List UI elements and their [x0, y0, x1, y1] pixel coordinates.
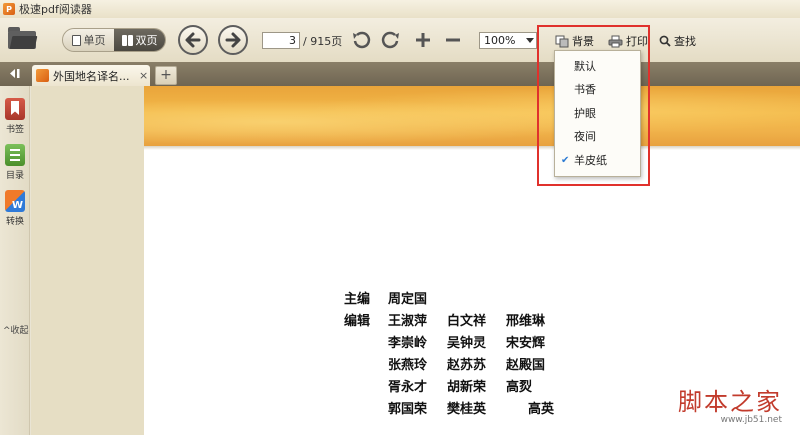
zoom-out-button[interactable]: [442, 29, 464, 51]
next-page-button[interactable]: [218, 25, 248, 55]
document-tab[interactable]: 外国地名译名... ×: [32, 65, 150, 86]
watermark-title: 脚本之家: [678, 388, 782, 416]
single-page-button[interactable]: 单页: [63, 29, 114, 51]
pdf-file-icon: [36, 69, 49, 82]
sidebar-item-toc[interactable]: 目录: [0, 144, 30, 181]
sidebar-item-bookmarks[interactable]: 书签: [0, 98, 30, 135]
single-page-label: 单页: [83, 34, 106, 47]
toc-icon: [5, 144, 25, 166]
document-view[interactable]: 主编 周定国 编辑 王淑萍 白文祥 邢维琳 李崇岭 吴钟灵 宋安辉 张燕玲 赵苏…: [144, 86, 800, 435]
plus-icon: [416, 33, 430, 47]
zoom-in-button[interactable]: [412, 29, 434, 51]
credit-row: 编辑 王淑萍 白文祥 邢维琳: [344, 313, 546, 329]
collapse-sidebar-button[interactable]: [9, 68, 21, 79]
view-mode-toggle: 单页 双页: [62, 28, 166, 52]
toolbar: 单页 双页 3 / 915页 100% 背景 打印 查找: [0, 18, 800, 62]
credit-row: 胥永才 胡新荣 高烮: [388, 379, 533, 395]
sidebar-item-convert[interactable]: W 转换: [0, 190, 30, 227]
chevron-up-icon: ^: [3, 326, 11, 336]
find-button[interactable]: 查找: [659, 33, 696, 49]
bookmark-icon: [5, 98, 25, 120]
sidebar-collapse-label: 收起: [10, 326, 29, 336]
sidebar-item-label: 目录: [5, 171, 24, 181]
window-title: 极速pdf阅读器: [19, 3, 92, 16]
document-tab-label: 外国地名译名...: [53, 69, 130, 83]
rotate-right-button[interactable]: [380, 29, 402, 51]
collapse-left-icon: [10, 69, 20, 78]
sidebar-item-label: 转换: [5, 217, 24, 227]
arrow-left-icon: [185, 32, 201, 48]
app-logo-icon: P: [3, 3, 15, 15]
previous-page-button[interactable]: [178, 25, 208, 55]
page-number-input[interactable]: 3: [262, 32, 300, 49]
rotate-left-icon: [353, 31, 371, 49]
arrow-right-icon: [225, 32, 241, 48]
credit-row: 李崇岭 吴钟灵 宋安辉: [388, 335, 546, 351]
convert-icon: W: [5, 190, 25, 212]
zoom-value: 100%: [484, 34, 516, 47]
credit-row: 主编 周定国: [344, 291, 428, 307]
single-page-icon: [71, 34, 81, 46]
left-sidebar: 书签 目录 W 转换 ^收起: [0, 86, 30, 435]
page-total: / 915页: [303, 35, 343, 48]
sidebar-collapse-toggle[interactable]: ^收起: [3, 323, 29, 336]
credit-row: 郭国荣 樊桂英 高英: [388, 401, 555, 417]
zoom-select[interactable]: 100%: [479, 32, 537, 49]
double-page-icon: [121, 34, 133, 46]
minus-icon: [446, 38, 460, 42]
navigation-pane: [31, 86, 144, 435]
title-bar: P 极速pdf阅读器: [0, 0, 800, 18]
highlight-annotation: [537, 25, 650, 186]
watermark: 脚本之家 www.jb51.net: [678, 382, 782, 425]
credits-block: 主编 周定国 编辑 王淑萍 白文祥 邢维琳 李崇岭 吴钟灵 宋安辉 张燕玲 赵苏…: [344, 286, 565, 418]
search-icon: [659, 35, 671, 47]
tab-bar: 外国地名译名... × +: [0, 62, 800, 86]
rotate-right-icon: [381, 31, 399, 49]
find-label: 查找: [674, 35, 696, 48]
rotate-left-button[interactable]: [350, 29, 372, 51]
new-tab-button[interactable]: +: [155, 66, 177, 85]
double-page-button[interactable]: 双页: [114, 29, 165, 51]
double-page-label: 双页: [135, 34, 158, 47]
open-folder-icon[interactable]: [8, 27, 38, 49]
page-banner-image: [144, 86, 800, 146]
sidebar-item-label: 书签: [5, 125, 24, 135]
chevron-down-icon: [526, 38, 534, 43]
close-icon[interactable]: ×: [139, 69, 148, 82]
credit-row: 张燕玲 赵苏苏 赵殿国: [388, 357, 546, 373]
